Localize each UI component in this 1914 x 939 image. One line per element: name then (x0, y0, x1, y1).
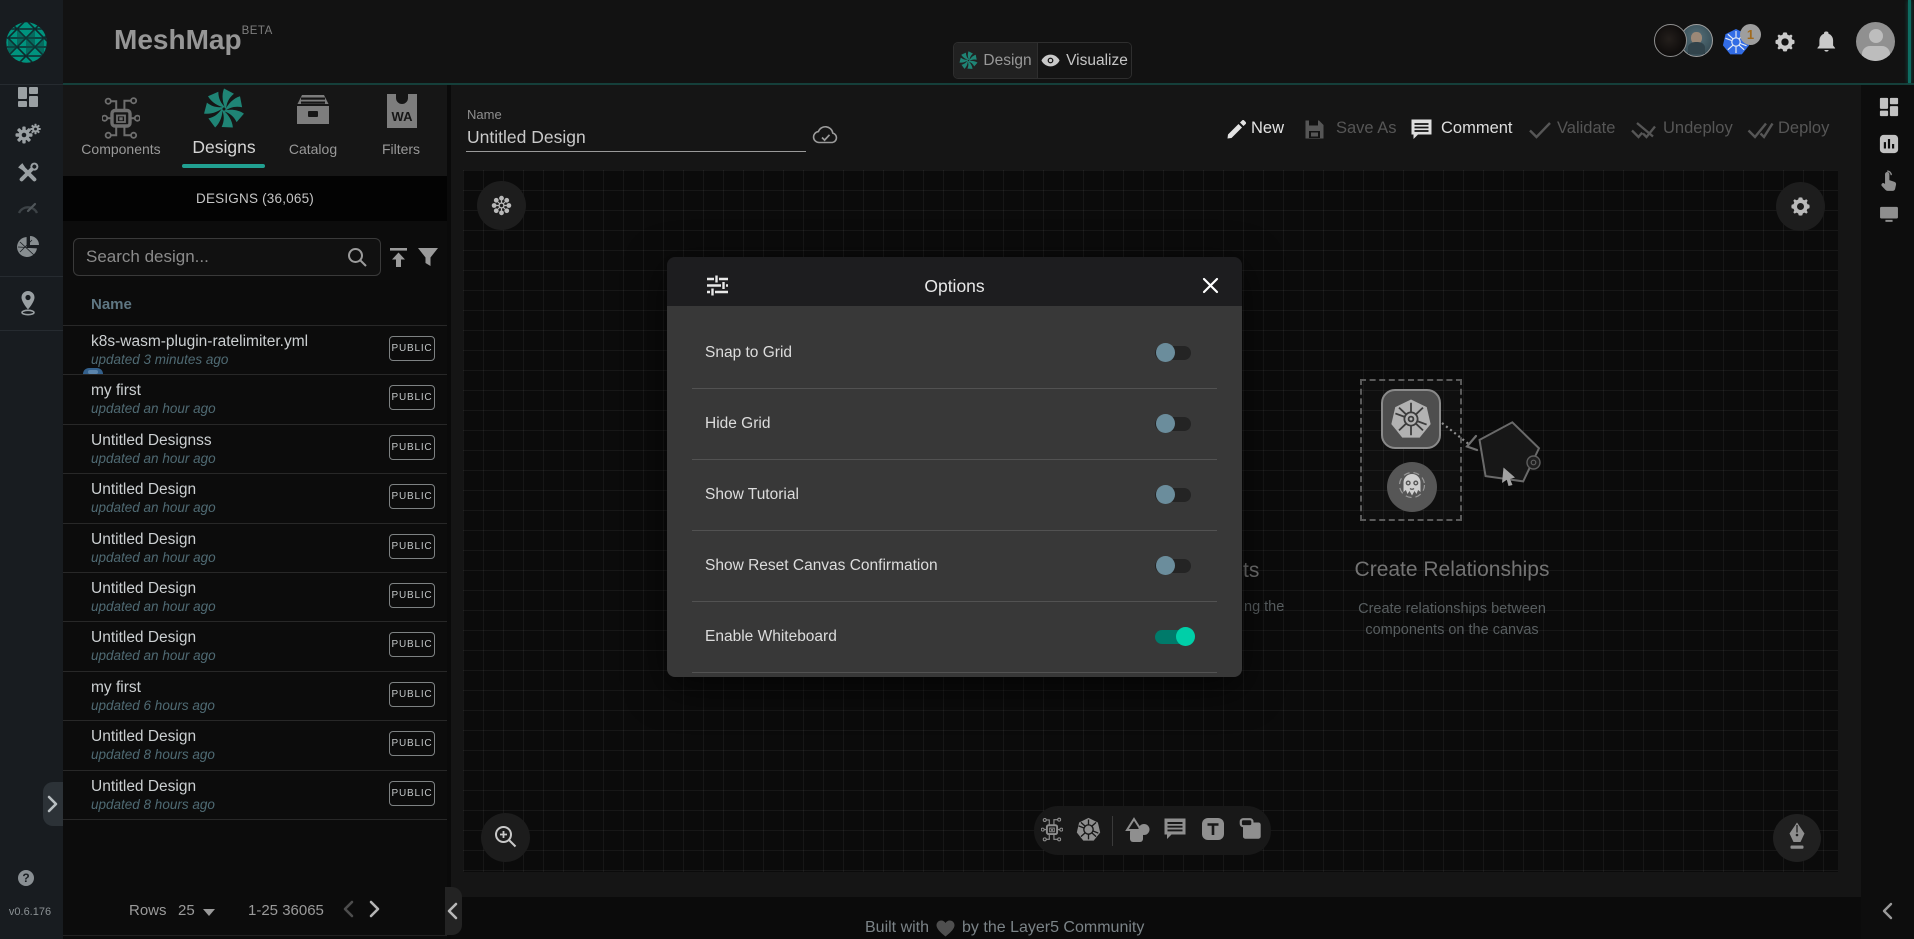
svg-text:WA: WA (392, 109, 414, 124)
